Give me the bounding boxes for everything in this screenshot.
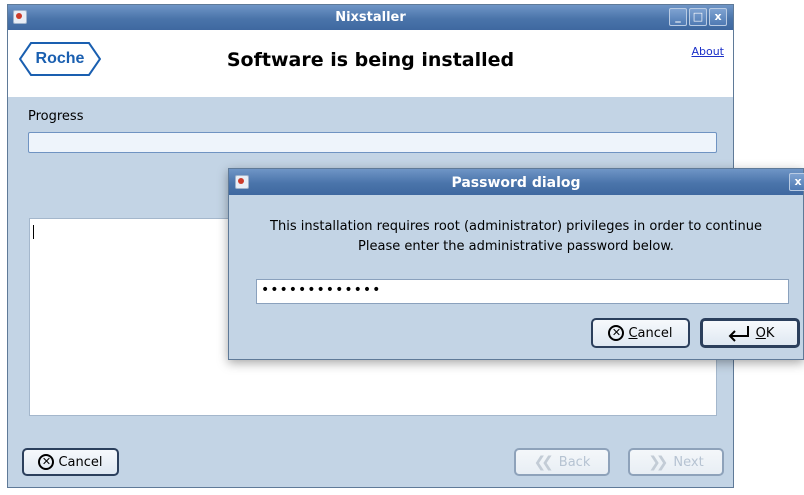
next-button[interactable]: ❯❯ Next xyxy=(628,448,724,476)
ok-enter-icon xyxy=(728,326,749,342)
dialog-close-button[interactable]: x xyxy=(789,173,804,191)
text-caret xyxy=(33,225,34,239)
back-button-label: Back xyxy=(558,454,591,470)
next-icon: ❯❯ xyxy=(648,453,668,471)
main-titlebar[interactable]: Nixstaller _ □ x xyxy=(8,5,733,30)
back-button[interactable]: ❮❮ Back xyxy=(514,448,610,476)
cancel-button-label: Cancel xyxy=(58,454,103,470)
installer-header: Roche Software is being installed About xyxy=(8,30,733,97)
about-link[interactable]: About xyxy=(691,45,724,58)
window-title: Nixstaller xyxy=(335,10,406,25)
close-button[interactable]: x xyxy=(709,8,727,26)
progress-label: Progress xyxy=(28,109,84,124)
cancel-icon: ✕ xyxy=(38,454,55,470)
page-title: Software is being installed xyxy=(226,49,515,71)
progress-bar xyxy=(28,132,717,153)
dialog-ok-button[interactable]: OK xyxy=(700,318,800,348)
dialog-message-line1: This installation requires root (adminis… xyxy=(270,219,762,234)
back-icon: ❮❮ xyxy=(533,453,554,471)
password-input[interactable]: ••••••••••••• xyxy=(256,279,789,304)
dialog-title: Password dialog xyxy=(451,175,581,191)
cancel-button[interactable]: ✕ Cancel xyxy=(22,448,119,476)
dialog-ok-label: OK xyxy=(755,325,775,341)
dialog-cancel-label: Cancel xyxy=(628,325,673,341)
minimize-button[interactable]: _ xyxy=(669,8,687,26)
dialog-titlebar[interactable]: Password dialog x xyxy=(229,169,804,195)
password-dialog: Password dialog x This installation requ… xyxy=(228,168,804,360)
dialog-cancel-button[interactable]: ✕ Cancel xyxy=(591,318,690,348)
next-button-label: Next xyxy=(673,454,704,470)
maximize-button[interactable]: □ xyxy=(689,8,707,26)
dialog-message: This installation requires root (adminis… xyxy=(229,217,803,257)
dialog-message-line2: Please enter the administrative password… xyxy=(358,239,674,254)
dialog-cancel-icon: ✕ xyxy=(608,325,625,341)
